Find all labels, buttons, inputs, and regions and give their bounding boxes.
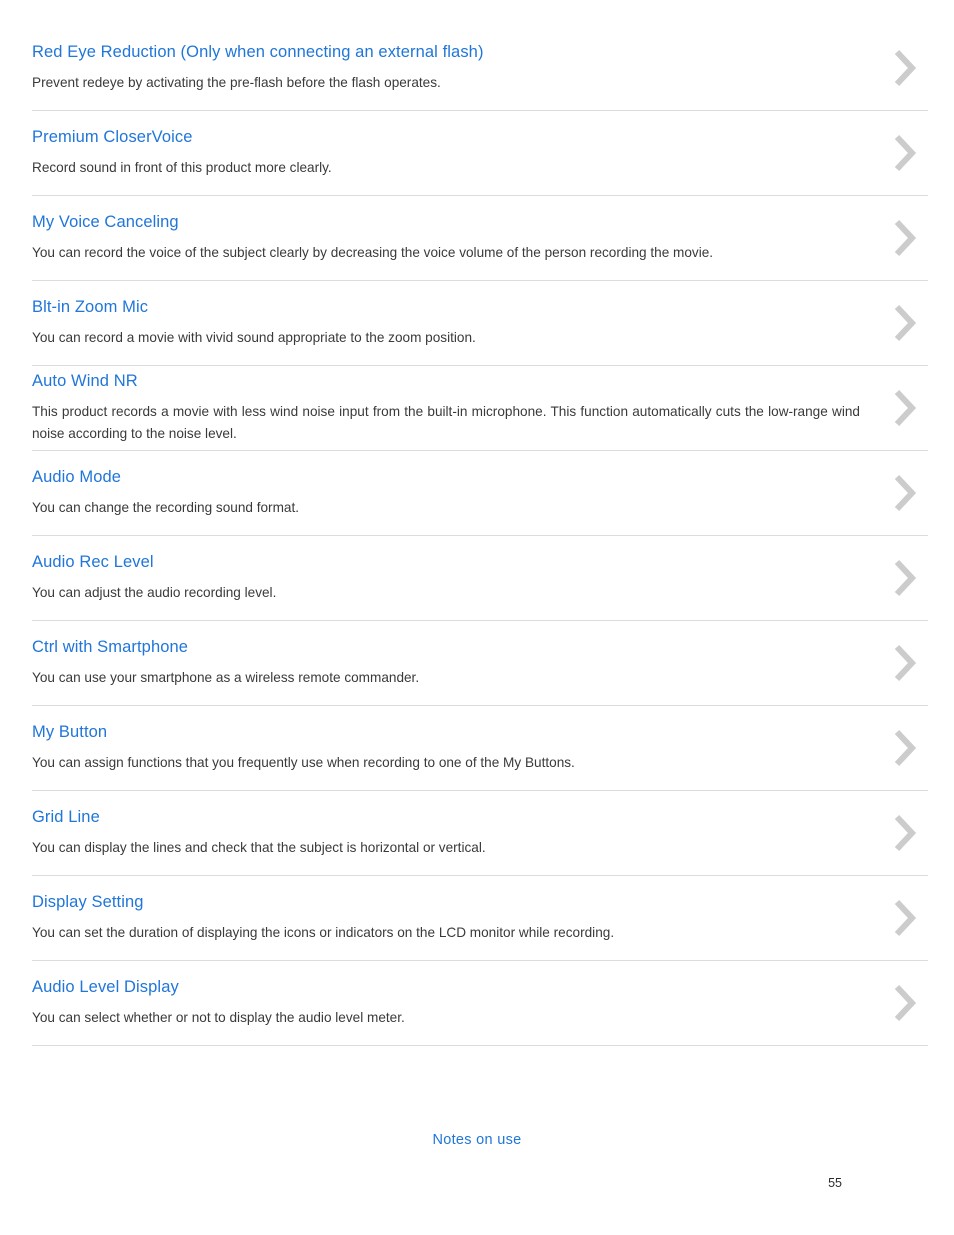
chevron-right-icon[interactable] bbox=[890, 133, 920, 173]
chevron-right-icon[interactable] bbox=[890, 728, 920, 768]
settings-entry[interactable]: My Button You can assign functions that y… bbox=[32, 706, 928, 791]
settings-entry[interactable]: Blt-in Zoom Mic You can record a movie wi… bbox=[32, 281, 928, 366]
chevron-right-icon[interactable] bbox=[890, 643, 920, 683]
entry-title-link[interactable]: Audio Rec Level bbox=[32, 552, 154, 573]
chevron-right-icon[interactable] bbox=[890, 983, 920, 1023]
entry-title-link[interactable]: My Button bbox=[32, 722, 107, 743]
settings-entry[interactable]: Auto Wind NR This product records a movie… bbox=[32, 366, 928, 451]
page-number: 55 bbox=[828, 1176, 842, 1190]
chevron-right-icon[interactable] bbox=[890, 303, 920, 343]
settings-entry[interactable]: Audio Rec Level You can adjust the audio … bbox=[32, 536, 928, 621]
settings-entry[interactable]: Ctrl with Smartphone You can use your sma… bbox=[32, 621, 928, 706]
entry-description: You can assign functions that you freque… bbox=[32, 755, 575, 770]
entry-title-link[interactable]: Premium CloserVoice bbox=[32, 127, 193, 148]
entry-title-link[interactable]: Audio Level Display bbox=[32, 977, 179, 998]
entry-description: You can record a movie with vivid sound … bbox=[32, 330, 476, 345]
chevron-right-icon[interactable] bbox=[890, 898, 920, 938]
chevron-right-icon[interactable] bbox=[890, 388, 920, 428]
entry-description: You can select whether or not to display… bbox=[32, 1010, 405, 1025]
chevron-right-icon[interactable] bbox=[890, 218, 920, 258]
entry-description: You can record the voice of the subject … bbox=[32, 245, 714, 260]
chevron-right-icon[interactable] bbox=[890, 48, 920, 88]
settings-entry[interactable]: Audio Level Display You can select whethe… bbox=[32, 961, 928, 1046]
settings-entry[interactable]: My Voice Canceling You can record the voi… bbox=[32, 196, 928, 281]
entry-title-link[interactable]: My Voice Canceling bbox=[32, 212, 179, 233]
entry-description: Record sound in front of this product mo… bbox=[32, 160, 332, 175]
footer-link-container: Notes on use bbox=[0, 1131, 954, 1149]
entry-title-link[interactable]: Blt-in Zoom Mic bbox=[32, 297, 148, 318]
chevron-right-icon[interactable] bbox=[890, 813, 920, 853]
entry-description: This product records a movie with less w… bbox=[32, 404, 860, 441]
entry-title-link[interactable]: Display Setting bbox=[32, 892, 144, 913]
notes-on-use-link[interactable]: Notes on use bbox=[432, 1132, 521, 1148]
chevron-right-icon[interactable] bbox=[890, 558, 920, 598]
settings-entry-list: Red Eye Reduction (Only when connecting … bbox=[32, 0, 928, 1046]
help-guide-page: Red Eye Reduction (Only when connecting … bbox=[0, 0, 954, 1235]
settings-entry[interactable]: Audio Mode You can change the recording s… bbox=[32, 451, 928, 536]
chevron-right-icon[interactable] bbox=[890, 473, 920, 513]
entry-description: You can adjust the audio recording level… bbox=[32, 585, 277, 600]
entry-description: You can change the recording sound forma… bbox=[32, 500, 300, 515]
entry-title-link[interactable]: Ctrl with Smartphone bbox=[32, 637, 188, 658]
entry-description: You can set the duration of displaying t… bbox=[32, 925, 615, 940]
entry-title-link[interactable]: Auto Wind NR bbox=[32, 371, 138, 392]
entry-title-link[interactable]: Grid Line bbox=[32, 807, 100, 828]
settings-entry[interactable]: Display Setting You can set the duration … bbox=[32, 876, 928, 961]
settings-entry[interactable]: Red Eye Reduction (Only when connecting … bbox=[32, 26, 928, 111]
settings-entry[interactable]: Grid Line You can display the lines and c… bbox=[32, 791, 928, 876]
entry-description: You can use your smartphone as a wireles… bbox=[32, 670, 420, 685]
entry-title-link[interactable]: Audio Mode bbox=[32, 467, 121, 488]
entry-title-link[interactable]: Red Eye Reduction (Only when connecting … bbox=[32, 42, 484, 63]
settings-entry[interactable]: Premium CloserVoice Record sound in front… bbox=[32, 111, 928, 196]
entry-description: You can display the lines and check that… bbox=[32, 840, 486, 855]
entry-description: Prevent redeye by activating the pre-fla… bbox=[32, 75, 441, 90]
